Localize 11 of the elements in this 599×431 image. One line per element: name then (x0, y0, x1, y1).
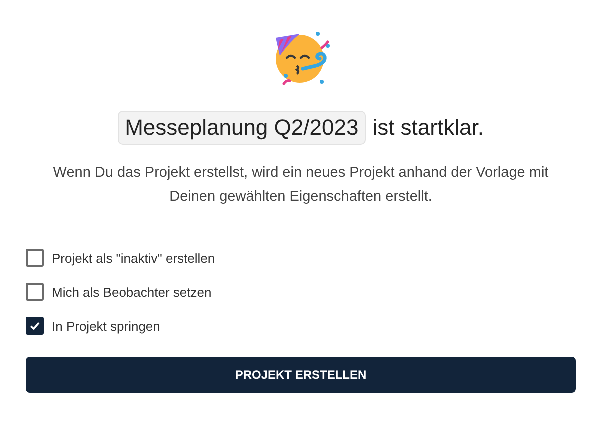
checkbox[interactable] (26, 317, 44, 335)
checkbox[interactable] (26, 249, 44, 267)
create-project-button[interactable]: PROJEKT ERSTELLEN (26, 357, 576, 393)
description-text: Wenn Du das Projekt erstellst, wird ein neues Projekt anhand der Vorlage mit Deinen gewählten Eigenschaften erstellt. (52, 164, 550, 207)
project-name-tag: Messeplanung Q2/2023 (118, 111, 366, 145)
heading-text: ist startklar. (372, 115, 484, 141)
checkbox-label: In Projekt springen (52, 318, 160, 334)
checkbox[interactable] (26, 283, 44, 301)
checkbox-label: Projekt als "inaktiv" erstellen (52, 250, 216, 266)
check-icon (29, 320, 41, 332)
checkbox-label: Mich als Beobachter setzen (52, 284, 212, 300)
